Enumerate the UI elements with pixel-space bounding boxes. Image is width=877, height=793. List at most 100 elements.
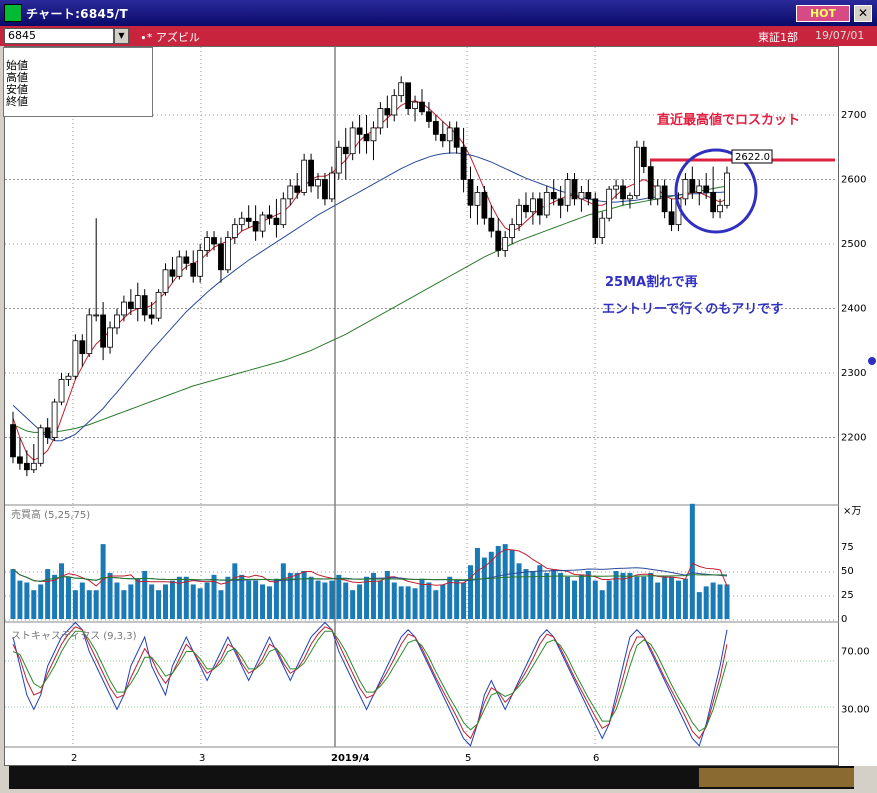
volume-bar bbox=[350, 590, 356, 619]
volume-bar bbox=[426, 582, 432, 619]
volume-bar bbox=[169, 580, 175, 619]
reentry-note-1: 25MA割れで再 bbox=[605, 274, 698, 290]
candle-body bbox=[460, 146, 467, 180]
candle-body bbox=[523, 204, 529, 213]
stoch-tick-label: 70.00 bbox=[841, 647, 870, 658]
candle-body bbox=[599, 217, 606, 238]
volume-bar bbox=[412, 588, 418, 619]
volume-bar bbox=[190, 584, 196, 619]
candle-body bbox=[183, 256, 190, 264]
candle-body bbox=[107, 327, 113, 348]
symbol-input[interactable]: 6845 bbox=[4, 28, 114, 44]
candle-body bbox=[550, 191, 557, 200]
chevron-down-icon[interactable]: ▼ bbox=[114, 28, 129, 44]
close-label: 終値 bbox=[6, 95, 28, 108]
volume-bar bbox=[509, 549, 515, 619]
candle-body bbox=[703, 185, 710, 193]
scroll-end-button[interactable] bbox=[854, 766, 877, 789]
window-title: チャート:6845/T bbox=[26, 7, 128, 21]
date-label: 19/07/01 bbox=[815, 29, 865, 42]
time-scrollbar[interactable] bbox=[4, 766, 877, 789]
date-tick-label: 3 bbox=[199, 753, 205, 764]
candle-body bbox=[481, 191, 488, 219]
candle-body bbox=[58, 379, 65, 403]
candle-body bbox=[384, 108, 391, 116]
hot-button[interactable]: HOT bbox=[796, 5, 850, 22]
candle-body bbox=[17, 456, 23, 464]
volume-bar bbox=[495, 546, 501, 619]
volume-bar bbox=[370, 572, 376, 619]
date-tick-label: 5 bbox=[465, 753, 471, 764]
candle-body bbox=[453, 127, 460, 148]
candle-body bbox=[100, 314, 107, 348]
volume-bar bbox=[38, 584, 44, 619]
volume-bar bbox=[710, 582, 716, 619]
candle-body bbox=[114, 314, 120, 329]
candle-body bbox=[495, 230, 502, 251]
volume-bar bbox=[183, 576, 189, 619]
volume-bar bbox=[72, 590, 78, 619]
volume-bars bbox=[10, 503, 730, 619]
candle-body bbox=[204, 237, 210, 251]
volume-bar bbox=[565, 576, 571, 619]
candle-body bbox=[467, 179, 474, 206]
volume-bar bbox=[149, 584, 155, 619]
axis-canvas: 2700 2600 2500 2400 2300 2200 ×万 75 50 25 0 70.00 30… bbox=[841, 110, 876, 716]
candle-body bbox=[51, 401, 58, 438]
date-tick-label: 6 bbox=[593, 753, 599, 764]
volume-bar bbox=[620, 572, 626, 619]
candle-body bbox=[370, 127, 377, 142]
chart-canvas[interactable]: 2622.0 直近最高値でロスカット 25MA割れで再 エントリーで行くのもアリ… bbox=[5, 47, 840, 767]
volume-bar bbox=[433, 590, 439, 619]
volume-bar bbox=[571, 580, 577, 619]
candle-body bbox=[356, 127, 363, 135]
volume-bar bbox=[128, 584, 134, 619]
volume-bar bbox=[280, 563, 286, 619]
volume-bar bbox=[530, 571, 536, 619]
marker-dot bbox=[868, 357, 876, 365]
candle-body bbox=[238, 217, 245, 226]
volume-bar bbox=[675, 580, 681, 619]
ohlc-info-box: 始値 高値 安値 終値 bbox=[3, 47, 153, 117]
candle-body bbox=[315, 179, 321, 187]
volume-bar bbox=[696, 592, 702, 619]
volume-bar bbox=[592, 580, 598, 619]
volume-bar bbox=[641, 576, 647, 619]
scroll-thumb[interactable] bbox=[699, 768, 854, 787]
date-tick-label: 2 bbox=[71, 753, 77, 764]
candle-body bbox=[412, 101, 418, 109]
candle-body bbox=[627, 195, 633, 200]
candle-body bbox=[398, 82, 405, 97]
volume-bar bbox=[93, 590, 99, 619]
candle-body bbox=[571, 179, 578, 200]
chart-app-icon bbox=[4, 4, 22, 22]
candle-body bbox=[273, 217, 280, 226]
title-bar[interactable]: チャート:6845/T HOT ✕ bbox=[0, 0, 877, 26]
price-tick-label: 2600 bbox=[841, 175, 866, 186]
volume-ma75 bbox=[12, 568, 728, 582]
volume-bar bbox=[717, 584, 723, 619]
candle-body bbox=[432, 121, 439, 135]
volume-bar bbox=[398, 586, 404, 619]
volume-bar bbox=[107, 572, 113, 619]
volume-bar bbox=[59, 563, 65, 619]
gridlines bbox=[5, 47, 840, 748]
candle-body bbox=[509, 224, 516, 238]
candle-body bbox=[294, 185, 301, 193]
price-tick-label: 2700 bbox=[841, 110, 866, 121]
candle-body bbox=[79, 340, 86, 355]
volume-bar bbox=[468, 565, 474, 619]
candle-body bbox=[211, 237, 217, 245]
chart-area[interactable]: 2622.0 直近最高値でロスカット 25MA割れで再 エントリーで行くのもアリ… bbox=[4, 46, 840, 767]
price-tag: 2622.0 bbox=[735, 152, 770, 163]
candle-body bbox=[30, 462, 37, 471]
volume-bar bbox=[343, 582, 349, 619]
price-tick-label: 2300 bbox=[841, 368, 866, 379]
candle-body bbox=[377, 108, 384, 129]
close-icon[interactable]: ✕ bbox=[854, 5, 872, 22]
volume-tick-label: 50 bbox=[841, 566, 854, 577]
candle-body bbox=[308, 159, 314, 187]
volume-bar bbox=[461, 582, 467, 619]
candle-body bbox=[689, 179, 696, 193]
candle-body bbox=[661, 185, 668, 213]
